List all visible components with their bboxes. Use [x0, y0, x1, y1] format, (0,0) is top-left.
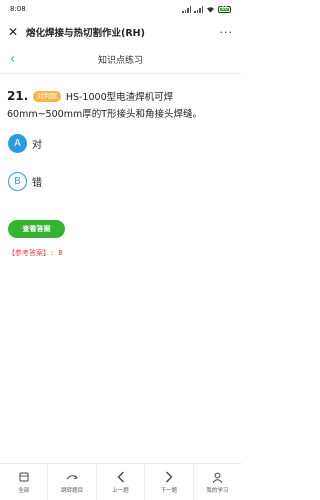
- nav-next-label: 下一题: [160, 488, 178, 494]
- nav-prev[interactable]: 上一题: [97, 464, 146, 500]
- page-title: 知识点练习: [97, 56, 143, 66]
- nav-next[interactable]: 下一题: [145, 464, 194, 500]
- window-title: 熔化焊接与热切割作业(RH): [26, 28, 145, 39]
- chevron-right-icon: [165, 470, 173, 484]
- battery-icon: 80: [218, 5, 231, 13]
- battery-level: 80: [221, 5, 228, 12]
- grid-icon: [19, 470, 29, 484]
- signal-icon: [182, 5, 191, 13]
- page-header: ‹ 知识点练习: [0, 46, 241, 74]
- back-icon[interactable]: ‹: [10, 52, 15, 67]
- nav-all-label: 全部: [18, 488, 30, 494]
- nav-all[interactable]: 全部: [0, 464, 49, 500]
- wifi-icon: [207, 6, 214, 13]
- nav-my-study[interactable]: 我的学习: [194, 464, 241, 500]
- reference-answer: 【参考答案】: B: [8, 249, 63, 257]
- jump-icon: [66, 470, 78, 484]
- nav-prev-label: 上一题: [112, 488, 129, 494]
- window-titlebar: ✕ 熔化焊接与热切割作业(RH) ···: [0, 18, 241, 46]
- status-time: 8:08: [10, 5, 26, 13]
- option-b[interactable]: B 错: [0, 170, 241, 192]
- status-bar: 8:08 80: [0, 0, 241, 18]
- close-icon[interactable]: ✕: [8, 26, 22, 38]
- signal-icon-2: [194, 5, 203, 13]
- nav-jump[interactable]: 跳转题目: [48, 464, 97, 500]
- view-answer-button[interactable]: 查看答案: [8, 220, 65, 238]
- option-a[interactable]: A 对: [0, 132, 241, 154]
- screen: 8:08 80 ✕ 熔化焊接与热切割作业(RH) ··· ‹ 知识点练习 21.: [0, 0, 241, 500]
- nav-jump-label: 跳转题目: [61, 488, 84, 494]
- option-b-label: 错: [32, 177, 42, 189]
- option-a-label: 对: [32, 139, 42, 151]
- nav-my-study-label: 我的学习: [206, 488, 229, 494]
- chevron-left-icon: [117, 470, 125, 484]
- bottom-nav: 全部 跳转题目 上一题 下一题 我的学习: [0, 463, 241, 500]
- question-stem: 21. 对判题 HS-1000型电渣焊机可焊60mm~500mm厚的T形接头和角…: [0, 74, 241, 123]
- user-icon: [212, 470, 223, 484]
- more-icon[interactable]: ···: [220, 26, 234, 39]
- question-type-badge: 对判题: [33, 91, 61, 102]
- question-number: 21.: [7, 89, 29, 103]
- option-a-key: A: [8, 133, 27, 153]
- option-b-key: B: [8, 171, 27, 191]
- status-icons: 80: [182, 5, 231, 13]
